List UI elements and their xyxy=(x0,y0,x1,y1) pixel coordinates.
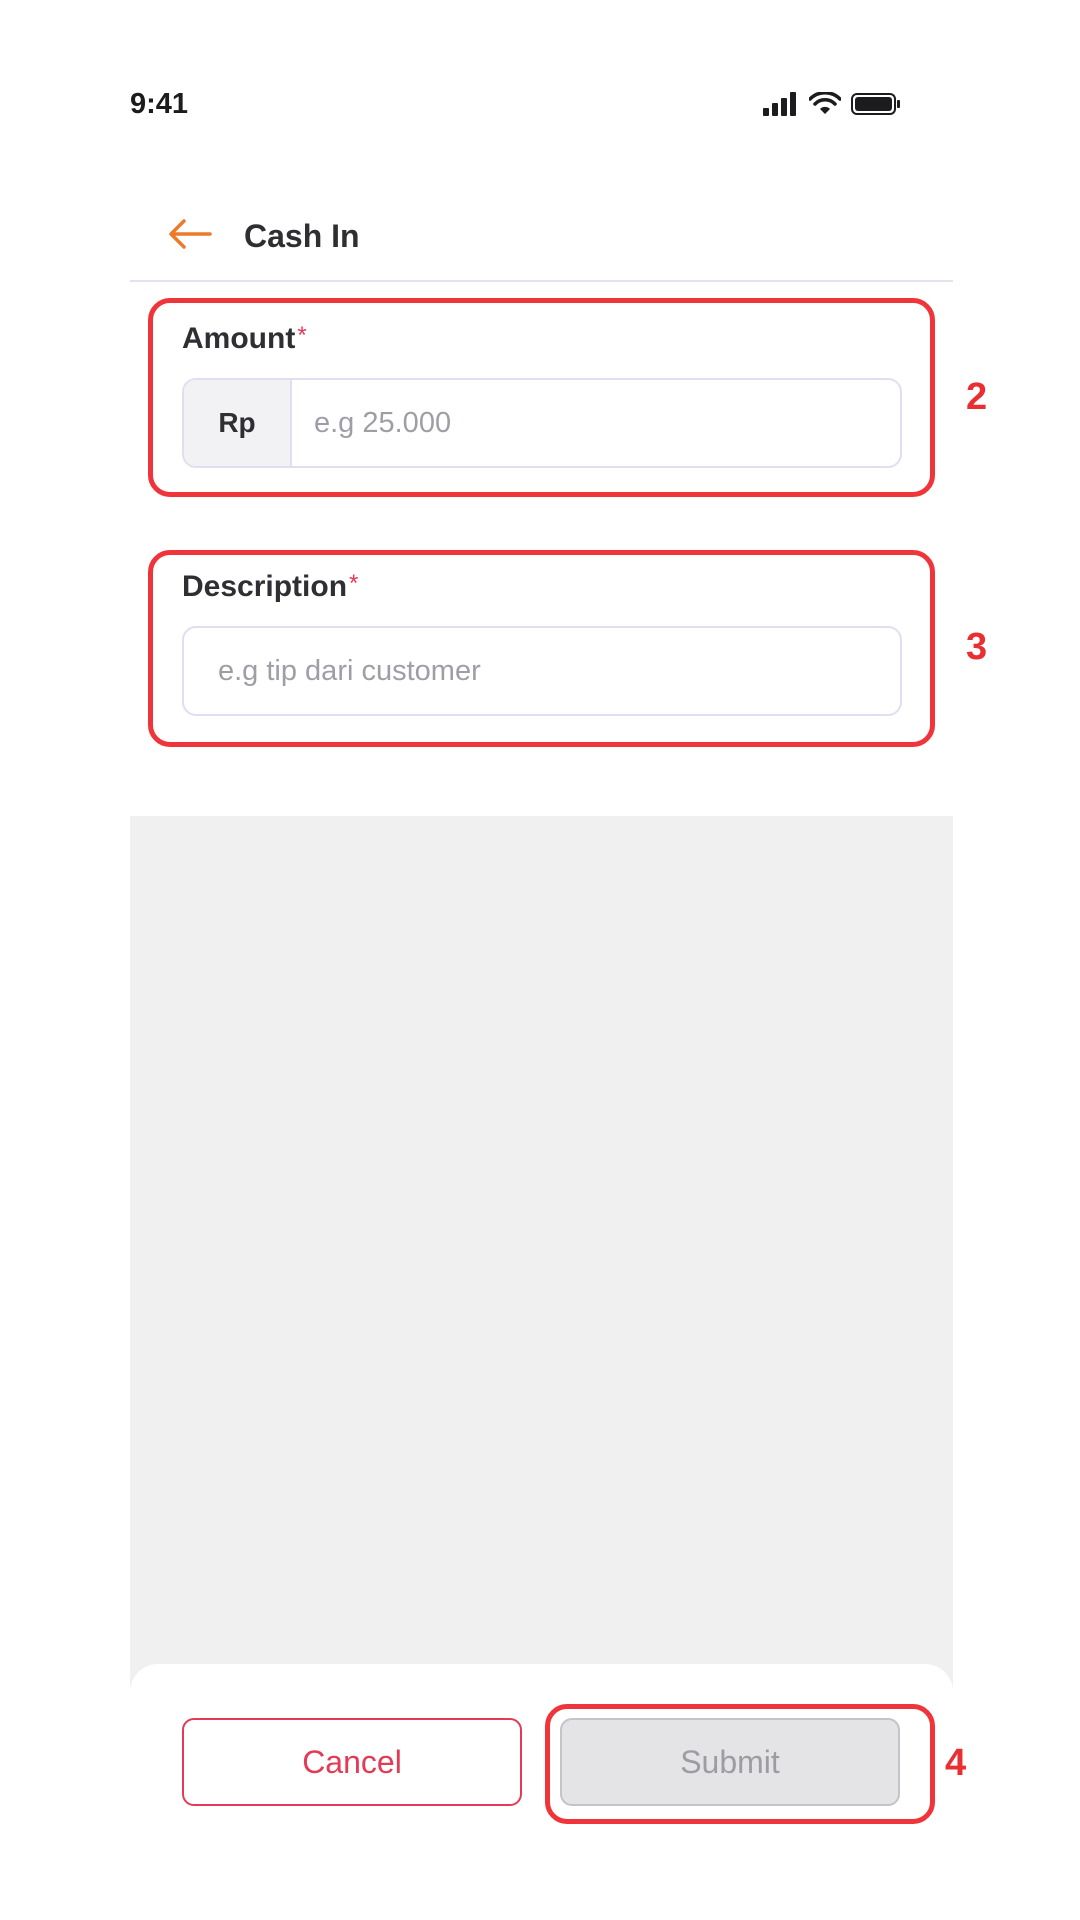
description-input[interactable] xyxy=(182,626,902,716)
cancel-button[interactable]: Cancel xyxy=(182,1718,522,1806)
annotation-number-2: 2 xyxy=(966,376,988,418)
arrow-left-icon xyxy=(166,219,214,256)
signal-bars-icon xyxy=(763,92,799,121)
wifi-icon xyxy=(808,91,842,121)
amount-input[interactable] xyxy=(292,380,900,466)
annotation-number-3: 3 xyxy=(966,626,988,668)
currency-prefix: Rp xyxy=(184,380,292,466)
amount-label: Amount* xyxy=(182,322,307,356)
back-button[interactable] xyxy=(166,216,214,252)
description-label-text: Description xyxy=(182,570,348,603)
required-asterisk: * xyxy=(297,322,307,349)
amount-field: Rp xyxy=(182,378,902,468)
amount-label-text: Amount xyxy=(182,322,296,355)
annotation-number-4: 4 xyxy=(945,1742,967,1784)
submit-button[interactable]: Submit xyxy=(560,1718,900,1806)
battery-icon xyxy=(851,92,901,121)
app-header: Cash In xyxy=(130,170,953,282)
phone-screen: 9:41 Cash In Amount* Rp e.g 25.000 Descr… xyxy=(130,40,987,1856)
page-title: Cash In xyxy=(244,218,360,254)
status-icons xyxy=(763,91,901,121)
bottom-action-bar: Cancel Submit xyxy=(130,1664,953,1856)
required-asterisk: * xyxy=(349,570,359,597)
description-label: Description* xyxy=(182,570,358,604)
content-background xyxy=(130,816,953,1726)
status-time: 9:41 xyxy=(130,88,189,120)
